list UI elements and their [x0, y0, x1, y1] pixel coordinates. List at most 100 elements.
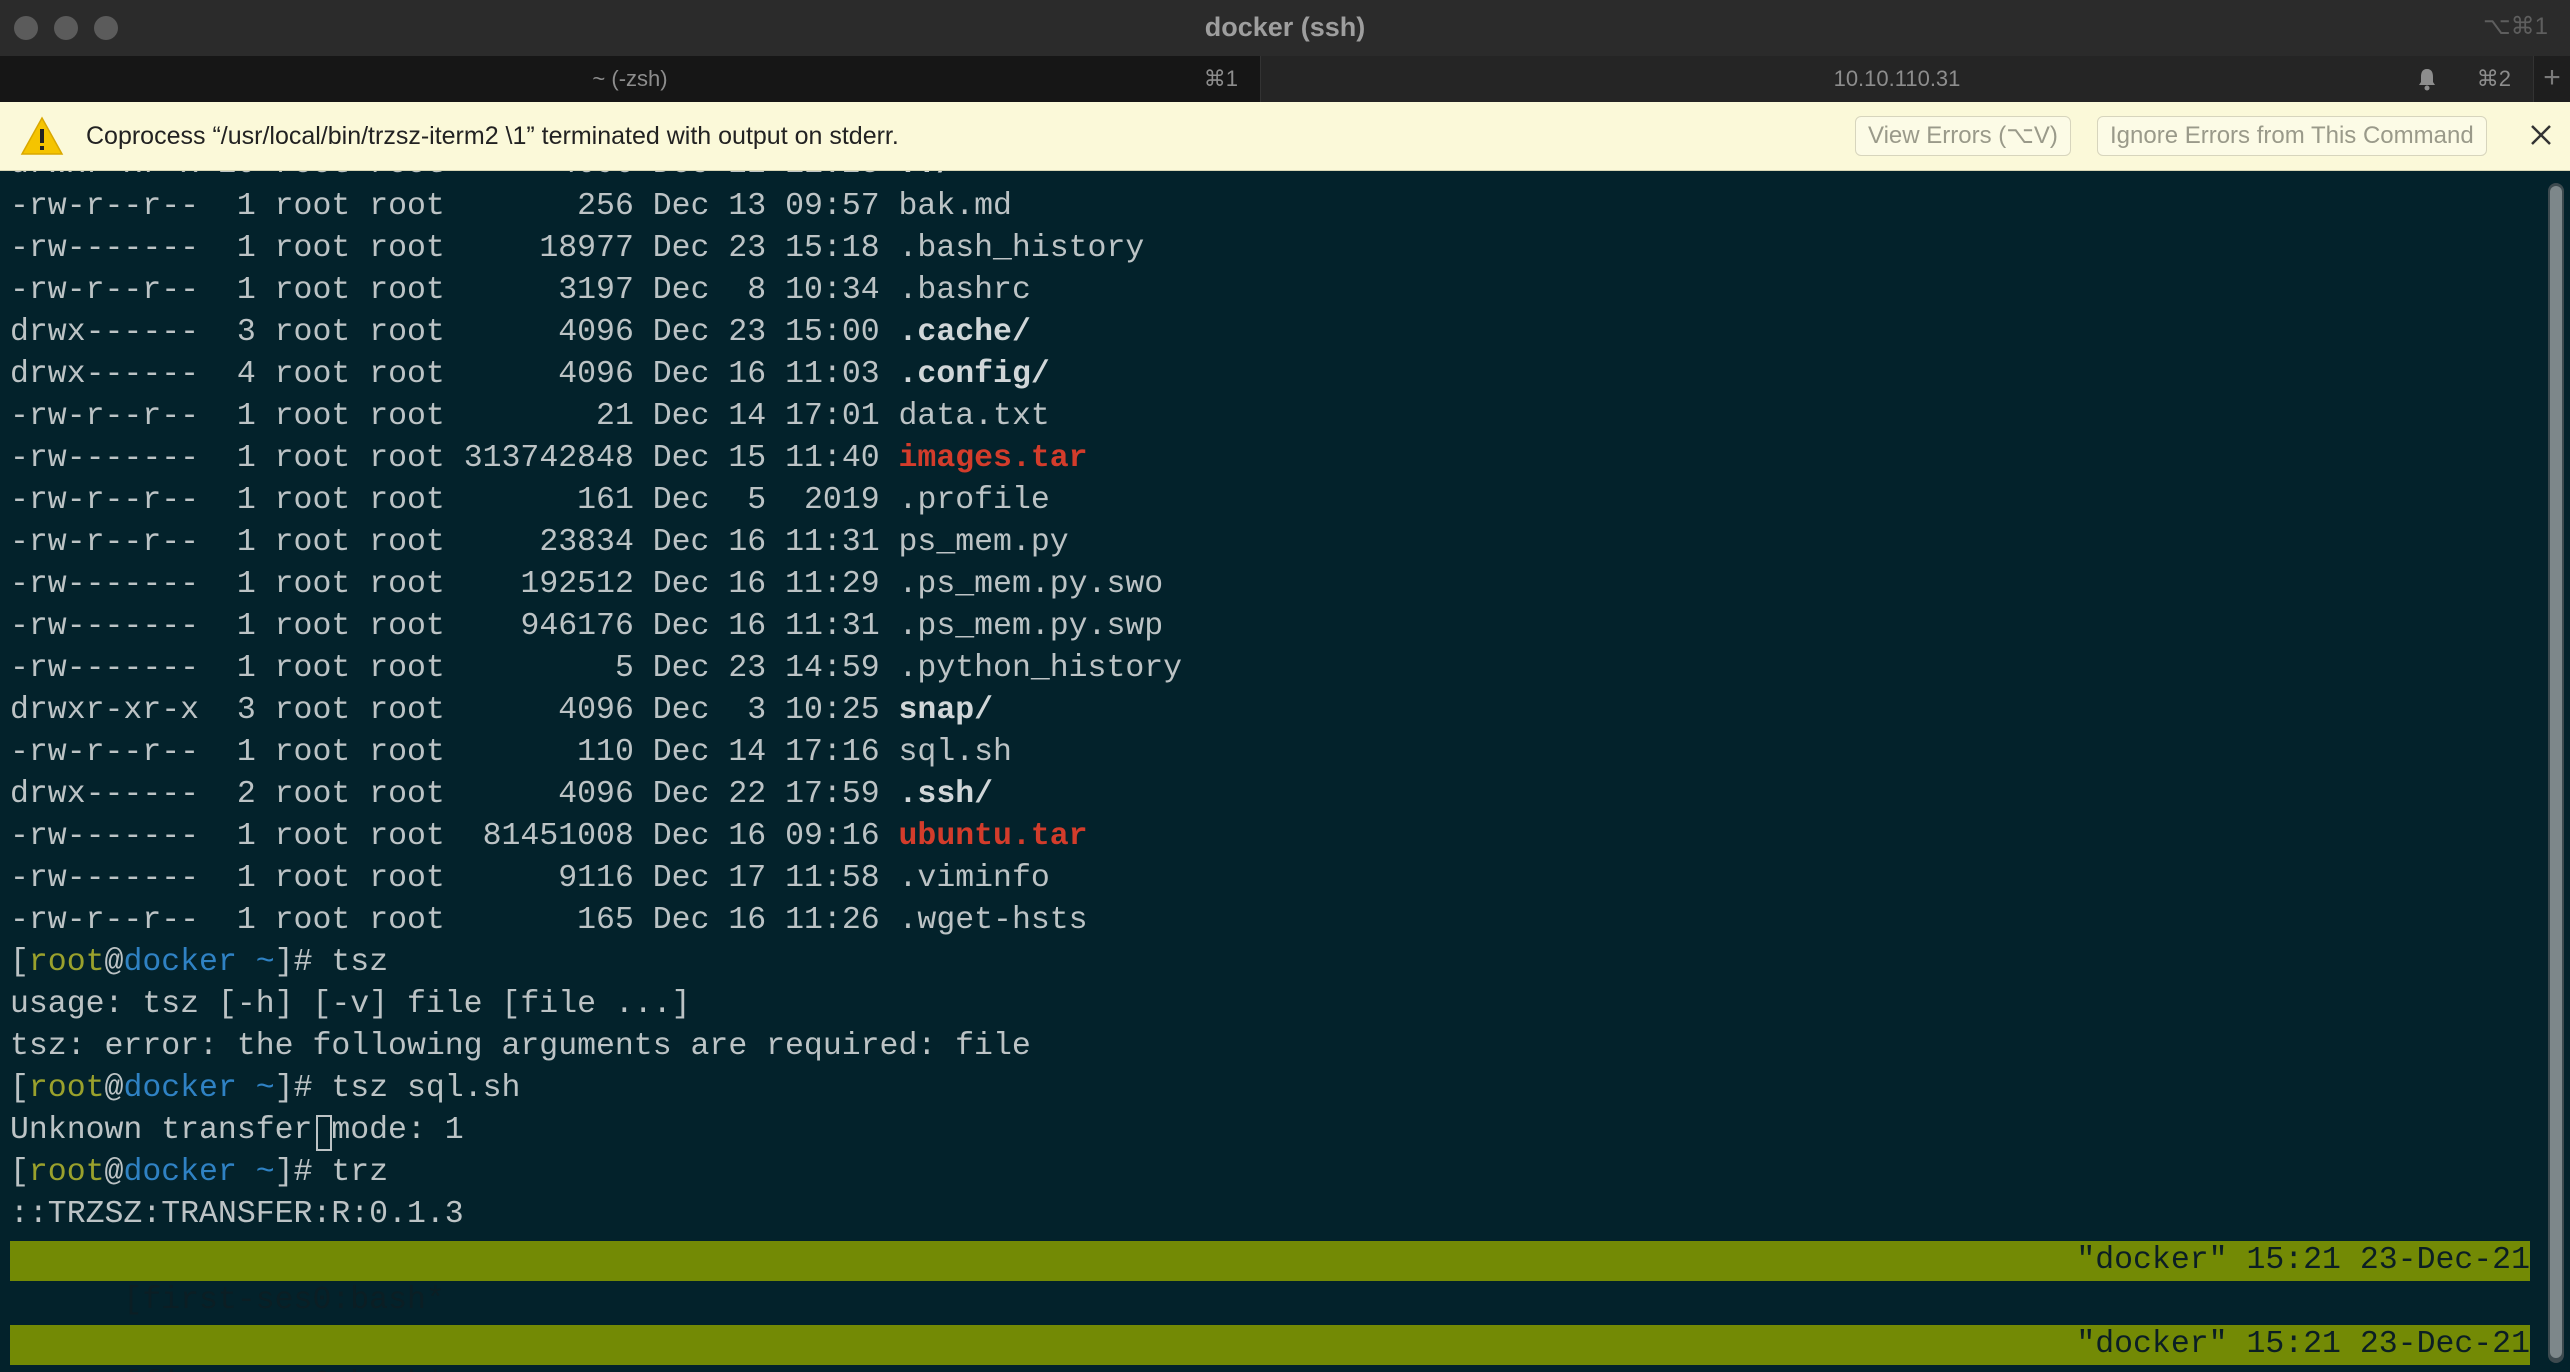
- file-time: 17:01: [785, 399, 880, 434]
- prompt-path: ~: [236, 1155, 275, 1190]
- command-line: [root@docker ~]# tsz sql.sh: [10, 1068, 1182, 1110]
- terminal-output[interactable]: drwxr-xr-x 20 root root 4096 Dec 22 11:2…: [0, 171, 2550, 1372]
- file-group: root: [369, 567, 445, 602]
- listing-row: -rw------- 1 root root 192512 Dec 16 11:…: [10, 564, 1182, 606]
- tmux-session: [first-ses0:bash*: [123, 1283, 445, 1318]
- file-name: .ps_mem.py.swp: [898, 609, 1164, 644]
- file-permissions: -rw-r--r--: [10, 273, 200, 308]
- tmux-session: [first-ses0:bash*: [123, 1367, 444, 1372]
- file-name: .profile: [898, 483, 1050, 518]
- file-permissions: drwx------: [10, 315, 200, 350]
- tab-shortcut: ⌘1: [1203, 66, 1238, 91]
- file-permissions: drwx------: [10, 777, 200, 812]
- terminal-window: docker (ssh) ⌥⌘1 ~ (-zsh) ⌘1 10.10.110.3…: [0, 0, 2570, 1372]
- file-size: 4096: [558, 315, 634, 350]
- listing-row: drwx------ 2 root root 4096 Dec 22 17:59…: [10, 774, 1182, 816]
- file-day: 8: [747, 273, 767, 308]
- tab-local-zsh[interactable]: ~ (-zsh) ⌘1: [0, 56, 1261, 102]
- new-tab-button[interactable]: +: [2533, 56, 2570, 102]
- file-day: 16: [728, 357, 767, 392]
- file-owner: root: [274, 357, 351, 392]
- prompt-bracket: [: [10, 1155, 29, 1190]
- output-text: usage: tsz [-h] [-v] file [file ...]: [10, 987, 691, 1022]
- tmux-status-bar: [first-ses0:bash* "docker" 15:21 23-Dec-…: [10, 1325, 2530, 1372]
- file-month: Dec: [652, 819, 710, 854]
- command-text: trz: [331, 1155, 389, 1190]
- file-day: 16: [728, 525, 767, 560]
- file-group: root: [369, 777, 445, 812]
- prompt-host: docker: [123, 1071, 237, 1106]
- file-owner: root: [275, 171, 351, 182]
- link-count: 3: [236, 693, 256, 728]
- file-group: root: [369, 609, 445, 644]
- file-permissions: -rw-r--r--: [10, 525, 200, 560]
- link-count: 1: [236, 735, 256, 770]
- link-count: 1: [236, 189, 256, 224]
- link-count: 1: [236, 525, 256, 560]
- file-owner: root: [274, 651, 351, 686]
- file-permissions: drwxr-xr-x: [10, 693, 200, 728]
- link-count: 1: [236, 231, 256, 266]
- close-icon[interactable]: [2526, 120, 2556, 150]
- file-time: 10:34: [785, 273, 880, 308]
- file-month: Dec: [652, 441, 710, 476]
- file-day: 16: [728, 819, 767, 854]
- file-permissions: -rw-------: [10, 819, 200, 854]
- file-group: root: [369, 441, 445, 476]
- ignore-errors-button[interactable]: Ignore Errors from This Command: [2097, 116, 2487, 156]
- file-time: 11:26: [785, 903, 880, 938]
- window-shortcut: ⌥⌘1: [2482, 13, 2548, 40]
- listing-row: -rw-r--r-- 1 root root 110 Dec 14 17:16 …: [10, 732, 1182, 774]
- file-name: .config/: [898, 357, 1050, 392]
- file-name: data.txt: [898, 399, 1050, 434]
- file-time: 11:40: [785, 441, 880, 476]
- listing-row: drwxr-xr-x 20 root root 4096 Dec 22 11:2…: [10, 171, 1182, 186]
- file-permissions: -rw-r--r--: [10, 483, 200, 518]
- file-month: Dec: [652, 189, 710, 224]
- file-day: 14: [728, 399, 767, 434]
- prompt-user: root: [28, 1071, 105, 1106]
- file-name: .wget-hsts: [898, 903, 1088, 938]
- file-owner: root: [274, 441, 351, 476]
- file-owner: root: [274, 903, 351, 938]
- file-month: Dec: [652, 357, 710, 392]
- file-time: 15:18: [785, 231, 880, 266]
- listing-row: -rw------- 1 root root 18977 Dec 23 15:1…: [10, 228, 1182, 270]
- scrollbar-thumb[interactable]: [2550, 186, 2562, 1358]
- tmux-host-time: "docker" 15:21 23-Dec-21: [2076, 1327, 2530, 1362]
- prompt-at: @: [104, 1155, 124, 1190]
- file-name: .ssh/: [898, 777, 994, 812]
- file-month: Dec: [652, 861, 710, 896]
- file-owner: root: [274, 273, 351, 308]
- file-time: 11:03: [785, 357, 880, 392]
- file-name: .cache/: [898, 315, 1031, 350]
- notice-message: Coprocess “/usr/local/bin/trzsz-iterm2 \…: [86, 122, 899, 150]
- file-group: root: [369, 231, 445, 266]
- file-permissions: -rw-------: [10, 231, 200, 266]
- link-count: 20: [218, 171, 256, 182]
- link-count: 1: [236, 273, 256, 308]
- file-size: 23834: [539, 525, 634, 560]
- file-size: 4096: [558, 171, 634, 182]
- file-size: 18977: [539, 231, 634, 266]
- file-permissions: -rw-r--r--: [10, 735, 200, 770]
- listing-row: -rw-r--r-- 1 root root 3197 Dec 8 10:34 …: [10, 270, 1182, 312]
- file-owner: root: [274, 819, 351, 854]
- prompt-host: docker: [123, 945, 237, 980]
- link-count: 1: [236, 567, 256, 602]
- prompt-end: ]#: [274, 1071, 332, 1106]
- file-owner: root: [274, 189, 351, 224]
- link-count: 4: [236, 357, 256, 392]
- tab-remote-host[interactable]: 10.10.110.31 ⌘2: [1261, 56, 2533, 102]
- prompt-user: root: [28, 1155, 105, 1190]
- link-count: 1: [236, 651, 256, 686]
- warning-icon: [20, 116, 64, 155]
- file-group: root: [369, 189, 445, 224]
- file-owner: root: [274, 399, 351, 434]
- listing-row: drwx------ 4 root root 4096 Dec 16 11:03…: [10, 354, 1182, 396]
- listing-row: -rw------- 1 root root 81451008 Dec 16 0…: [10, 816, 1182, 858]
- file-owner: root: [274, 315, 351, 350]
- view-errors-button[interactable]: View Errors (⌥V): [1855, 116, 2071, 156]
- file-size: 5: [614, 651, 634, 686]
- file-month: Dec: [652, 651, 710, 686]
